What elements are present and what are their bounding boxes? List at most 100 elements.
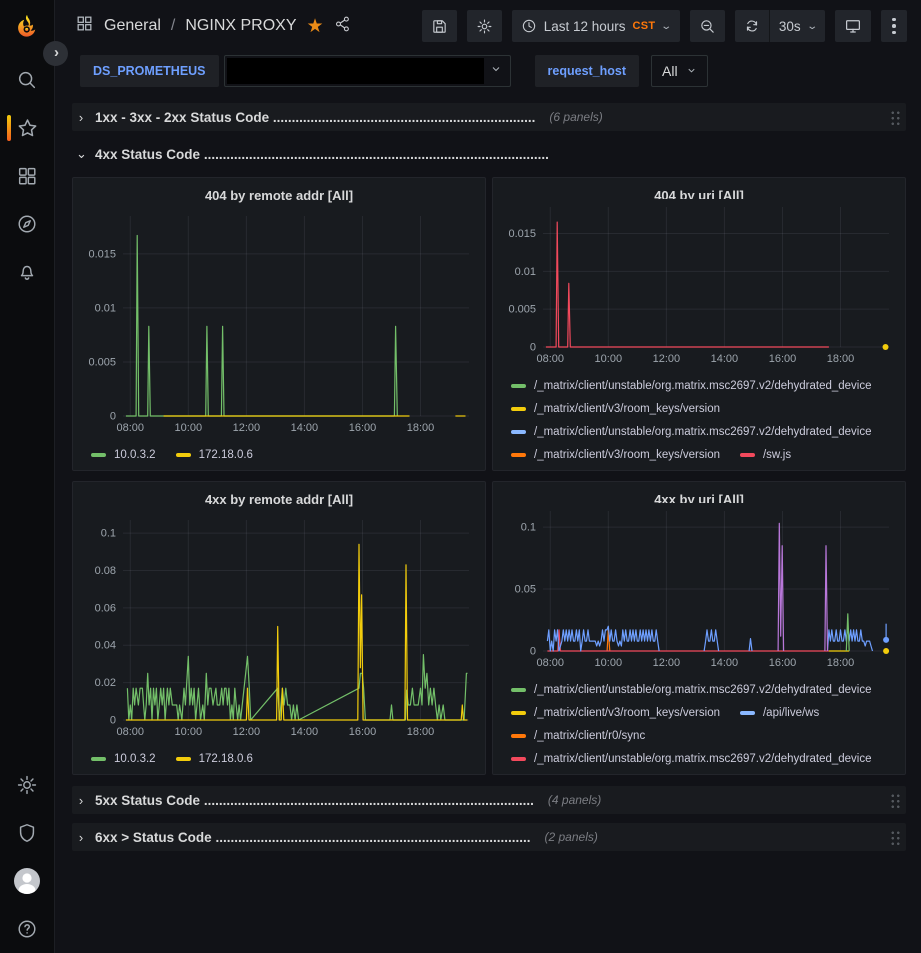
sidebar-item-profile[interactable] — [0, 857, 55, 905]
legend-label: 10.0.3.2 — [114, 753, 156, 765]
datasource-select[interactable] — [224, 55, 511, 87]
row-5xx[interactable]: › 5xx Status Code ......................… — [72, 786, 906, 814]
row-drag-handle[interactable] — [889, 792, 900, 809]
legend-label: /_matrix/client/unstable/org.matrix.msc2… — [534, 753, 872, 765]
legend-row: /_matrix/client/unstable/org.matrix.msc2… — [511, 678, 897, 701]
apps-grid-icon — [75, 14, 94, 38]
legend-item[interactable]: /_matrix/client/unstable/org.matrix.msc2… — [511, 380, 872, 392]
legend-item[interactable]: 10.0.3.2 — [91, 449, 156, 461]
legend-label: /_matrix/client/v3/room_keys/version — [534, 449, 720, 461]
favorite-star-icon[interactable]: ★ — [307, 17, 324, 36]
legend-item[interactable]: /_matrix/client/v3/room_keys/version — [511, 449, 720, 461]
legend-row: /_matrix/client/unstable/org.matrix.msc2… — [511, 374, 897, 397]
sidebar-item-help[interactable] — [0, 905, 55, 953]
sidebar-item-server-admin[interactable] — [0, 809, 55, 857]
refresh-interval-select[interactable]: 30s ⌄ — [770, 10, 825, 42]
shield-icon — [16, 822, 38, 844]
settings-gear-icon — [476, 18, 493, 35]
breadcrumb-separator: / — [171, 17, 175, 35]
svg-text:0.1: 0.1 — [101, 528, 116, 540]
svg-text:0.04: 0.04 — [95, 640, 116, 652]
row-drag-handle[interactable] — [889, 829, 900, 846]
legend-swatch — [511, 430, 526, 434]
sidebar-item-explore[interactable] — [0, 200, 55, 248]
legend-item[interactable]: /_matrix/client/v3/room_keys/version — [511, 403, 720, 415]
clock-icon — [521, 18, 537, 34]
legend-item[interactable]: /_matrix/client/unstable/org.matrix.msc2… — [511, 753, 872, 765]
row-6xx[interactable]: › 6xx > Status Code ....................… — [72, 823, 906, 851]
zoom-out-button[interactable] — [690, 10, 725, 42]
chart-area: 08:0010:0012:0014:0016:0018:0000.0050.01… — [501, 199, 897, 372]
svg-text:0: 0 — [110, 715, 116, 727]
legend-item[interactable]: /api/live/ws — [740, 707, 819, 719]
svg-text:0.1: 0.1 — [521, 522, 536, 534]
chart: 08:0010:0012:0014:0016:0018:0000.0050.01… — [81, 208, 477, 436]
sidebar-item-alerting[interactable] — [0, 248, 55, 296]
legend: 10.0.3.2 172.18.0.6 — [81, 443, 477, 466]
svg-text:0: 0 — [530, 342, 536, 354]
breadcrumb: General / NGINX PROXY ★ — [75, 14, 352, 38]
sidebar — [0, 0, 55, 953]
cycle-view-mode-button[interactable] — [835, 10, 871, 42]
panel-title[interactable]: 404 by remote addr [All] — [81, 183, 477, 208]
svg-text:10:00: 10:00 — [175, 422, 203, 434]
sidebar-item-search[interactable] — [0, 56, 55, 104]
breadcrumb-section[interactable]: General — [104, 17, 161, 35]
dashboard-title[interactable]: NGINX PROXY — [185, 17, 296, 35]
legend-item[interactable]: /_matrix/client/unstable/org.matrix.msc2… — [511, 684, 872, 696]
panel-title[interactable]: 404 by uri [All] — [501, 183, 897, 199]
legend-item[interactable]: /_matrix/client/r0/sync — [511, 730, 645, 742]
request-host-variable-label: request_host — [535, 55, 640, 87]
legend-item[interactable]: 172.18.0.6 — [176, 753, 253, 765]
chevron-down-icon — [490, 62, 502, 80]
time-range-picker[interactable]: Last 12 hours CST ⌄ — [512, 10, 680, 42]
chevron-right-icon: › — [76, 793, 86, 808]
panel-title[interactable]: 4xx by remote addr [All] — [81, 487, 477, 512]
legend-item[interactable]: /_matrix/client/unstable/org.matrix.msc2… — [511, 426, 872, 438]
svg-text:16:00: 16:00 — [349, 422, 377, 434]
legend-swatch — [91, 453, 106, 457]
panel-title[interactable]: 4xx by uri [All] — [501, 487, 897, 503]
more-options-button[interactable] — [881, 10, 907, 42]
svg-text:0.01: 0.01 — [515, 266, 536, 278]
legend-item[interactable]: 172.18.0.6 — [176, 449, 253, 461]
request-host-select[interactable]: All — [651, 55, 708, 87]
legend-item[interactable]: /sw.js — [740, 449, 791, 461]
svg-text:0.005: 0.005 — [508, 304, 536, 316]
legend: 10.0.3.2 172.18.0.6 — [81, 747, 477, 770]
variables-bar: DS_PROMETHEUS request_host All — [55, 52, 921, 95]
svg-text:16:00: 16:00 — [769, 657, 797, 669]
legend-item[interactable]: /_matrix/client/v3/room_keys/version — [511, 707, 720, 719]
settings-gear-icon — [16, 774, 38, 796]
refresh-interval-label: 30s — [779, 19, 801, 34]
sidebar-expand-button[interactable]: › — [43, 41, 68, 66]
legend-row: /_matrix/client/unstable/org.matrix.msc2… — [511, 420, 897, 443]
svg-text:12:00: 12:00 — [653, 657, 681, 669]
sidebar-item-starred[interactable] — [0, 104, 55, 152]
chart: 08:0010:0012:0014:0016:0018:0000.020.040… — [81, 512, 477, 740]
svg-text:10:00: 10:00 — [595, 657, 623, 669]
legend-row: 10.0.3.2 172.18.0.6 — [91, 443, 477, 466]
dashboard-settings-button[interactable] — [467, 10, 502, 42]
refresh-button[interactable] — [735, 10, 769, 42]
sidebar-item-dashboards[interactable] — [0, 152, 55, 200]
user-avatar — [13, 867, 41, 895]
chevron-down-icon — [686, 63, 697, 79]
svg-text:12:00: 12:00 — [233, 422, 261, 434]
legend-label: 10.0.3.2 — [114, 449, 156, 461]
row-4xx[interactable]: ⌄ 4xx Status Code ......................… — [72, 140, 906, 168]
legend-swatch — [511, 407, 526, 411]
svg-text:18:00: 18:00 — [407, 422, 435, 434]
svg-text:0.05: 0.05 — [515, 584, 536, 596]
topbar-controls: Last 12 hours CST ⌄ 30s ⌄ — [422, 10, 907, 42]
legend-swatch — [511, 384, 526, 388]
row-1xx-3xx-2xx[interactable]: › 1xx - 3xx - 2xx Status Code ..........… — [72, 103, 906, 131]
row-panel-count: (2 panels) — [545, 830, 598, 844]
row-drag-handle[interactable] — [889, 109, 900, 126]
share-icon[interactable] — [334, 15, 352, 38]
save-dashboard-button[interactable] — [422, 10, 457, 42]
legend-item[interactable]: 10.0.3.2 — [91, 753, 156, 765]
grafana-logo-icon — [12, 13, 42, 43]
sidebar-item-settings[interactable] — [0, 761, 55, 809]
svg-text:14:00: 14:00 — [711, 353, 739, 365]
